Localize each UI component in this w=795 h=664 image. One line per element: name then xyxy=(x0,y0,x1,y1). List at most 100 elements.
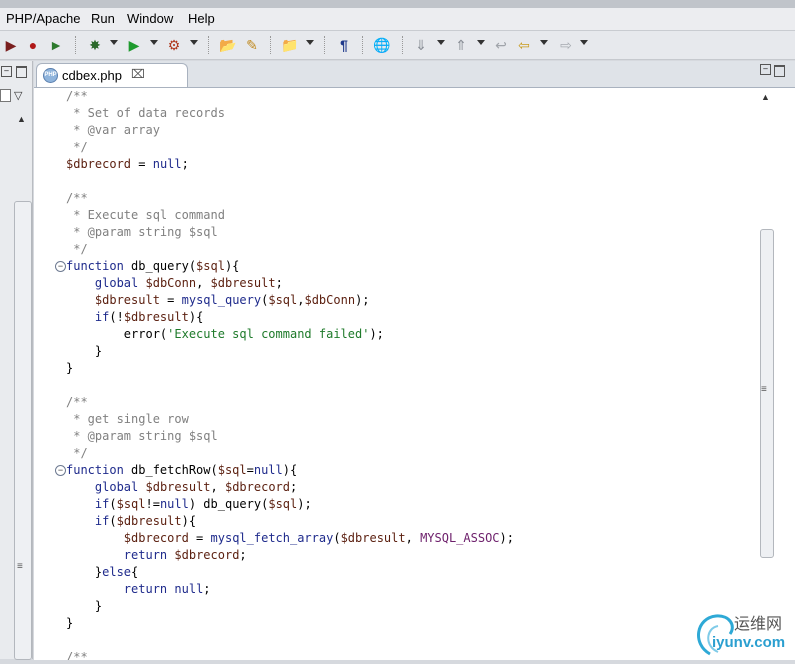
code-token: } xyxy=(66,616,74,630)
menu-help[interactable]: Help xyxy=(188,11,215,26)
debug-dropdown-icon[interactable] xyxy=(110,40,118,45)
code-token: /** xyxy=(66,191,88,205)
tab-cdbex-php[interactable]: PHP cdbex.php ⌧ xyxy=(36,63,188,88)
code-token: null xyxy=(159,497,189,511)
code-token: mysql_query xyxy=(181,293,262,307)
forward-dropdown-icon[interactable] xyxy=(580,40,588,45)
code-line[interactable]: /** xyxy=(66,394,88,411)
code-token: mysql_fetch_array xyxy=(210,531,334,545)
external-tools-icon[interactable]: ⚙ xyxy=(165,36,183,54)
code-line[interactable]: $dbresult = mysql_query($sql,$dbConn); xyxy=(66,292,370,309)
code-token: /** xyxy=(66,89,88,103)
run-dropdown-icon[interactable] xyxy=(150,40,158,45)
code-token: */ xyxy=(66,140,88,154)
code-token: , xyxy=(210,480,225,494)
new-project-icon[interactable]: 📁 xyxy=(281,36,299,54)
code-token: $dbresult xyxy=(145,480,211,494)
minimize-icon[interactable]: – xyxy=(1,66,12,77)
code-token: != xyxy=(145,497,160,511)
code-line[interactable]: global $dbresult, $dbrecord; xyxy=(66,479,297,496)
debug-icon[interactable]: ✸ xyxy=(86,36,104,54)
next-annotation-dropdown-icon[interactable] xyxy=(437,40,445,45)
view-menu-icon[interactable] xyxy=(0,89,11,102)
maximize-icon[interactable] xyxy=(16,66,27,78)
code-token: $dbresult xyxy=(210,276,276,290)
code-line[interactable]: $dbrecord = null; xyxy=(66,156,189,173)
code-line[interactable]: } xyxy=(66,343,102,360)
code-token: { xyxy=(131,565,139,579)
toolbar-separator xyxy=(270,36,272,54)
code-line[interactable]: /** xyxy=(66,649,88,660)
main-toolbar: ▶ ● ► ✸ ▶ ⚙ 📂 ✎ 📁 ¶ 🌐 ⇓ ⇑ ↩ ⇦ ⇨ xyxy=(0,31,795,60)
code-line[interactable]: return $dbrecord; xyxy=(66,547,247,564)
forward-arrow-icon[interactable]: ⇨ xyxy=(557,36,575,54)
open-folder-icon[interactable]: 📂 xyxy=(219,36,237,54)
run-icon[interactable]: ▶ xyxy=(125,36,143,54)
editor-maximize-icon[interactable] xyxy=(774,65,785,77)
fold-toggle-icon[interactable]: − xyxy=(55,465,66,476)
previous-annotation-icon[interactable]: ⇑ xyxy=(452,36,470,54)
code-token: * @param string $sql xyxy=(66,225,218,239)
code-line[interactable]: return null; xyxy=(66,581,211,598)
code-line[interactable]: * @param string $sql xyxy=(66,428,218,445)
chevron-down-icon[interactable]: ▽ xyxy=(14,89,22,102)
code-line[interactable]: */ xyxy=(66,445,87,462)
scroll-grip-icon: ≡ xyxy=(761,384,767,395)
code-line[interactable]: }else{ xyxy=(66,564,138,581)
back-dropdown-icon[interactable] xyxy=(540,40,548,45)
editor-area: PHP cdbex.php ⌧ – − − /** * Set of data r… xyxy=(34,61,795,660)
code-line[interactable]: * Execute sql command xyxy=(66,207,225,224)
code-token: $sql xyxy=(268,497,298,511)
code-line[interactable]: * @var array xyxy=(66,122,160,139)
code-line[interactable]: if($sql!=null) db_query($sql); xyxy=(66,496,312,513)
code-line[interactable]: if($dbresult){ xyxy=(66,513,196,530)
code-line[interactable]: */ xyxy=(66,241,87,258)
code-line[interactable]: * @param string $sql xyxy=(66,224,218,241)
code-line[interactable]: /** xyxy=(66,88,88,105)
code-token: $sql xyxy=(116,497,146,511)
code-line[interactable]: } xyxy=(66,615,73,632)
close-tab-icon[interactable]: ⌧ xyxy=(131,67,145,81)
code-token: $dbConn xyxy=(304,293,356,307)
code-line[interactable]: if(!$dbresult){ xyxy=(66,309,203,326)
back-arrow-icon[interactable]: ⇦ xyxy=(515,36,533,54)
code-line[interactable]: /** xyxy=(66,190,88,207)
code-line[interactable]: } xyxy=(66,598,102,615)
code-token: = xyxy=(159,293,182,307)
stop-script-icon[interactable]: ● xyxy=(24,36,42,54)
menu-window[interactable]: Window xyxy=(127,11,173,26)
new-project-dropdown-icon[interactable] xyxy=(306,40,314,45)
code-line[interactable]: error('Execute sql command failed'); xyxy=(66,326,384,343)
previous-annotation-dropdown-icon[interactable] xyxy=(477,40,485,45)
code-line[interactable]: function db_query($sql){ xyxy=(66,258,239,275)
code-line[interactable]: function db_fetchRow($sql=null){ xyxy=(66,462,297,479)
code-token: global xyxy=(94,276,139,290)
menu-php-apache[interactable]: PHP/Apache xyxy=(6,11,80,26)
code-token: * get single row xyxy=(66,412,189,426)
code-line[interactable]: * Set of data records xyxy=(66,105,225,122)
last-edit-icon[interactable]: ↩ xyxy=(492,36,510,54)
code-line[interactable]: global $dbConn, $dbresult; xyxy=(66,275,283,292)
code-token: } xyxy=(66,344,103,358)
scroll-up-arrow-icon[interactable]: ▲ xyxy=(761,92,770,102)
scroll-up-arrow-icon[interactable]: ▲ xyxy=(17,114,26,124)
code-content[interactable]: /** * Set of data records * @var array *… xyxy=(66,88,756,660)
menu-run[interactable]: Run xyxy=(91,11,115,26)
open-type-icon[interactable]: ✎ xyxy=(243,36,261,54)
code-line[interactable]: } xyxy=(66,360,73,377)
run-script-icon[interactable]: ▶ xyxy=(2,36,20,54)
fold-toggle-icon[interactable]: − xyxy=(55,261,66,272)
globe-icon[interactable]: 🌐 xyxy=(373,36,391,54)
editor-minimize-icon[interactable]: – xyxy=(760,64,771,75)
show-whitespace-icon[interactable]: ¶ xyxy=(335,36,353,54)
code-line[interactable]: */ xyxy=(66,139,88,156)
code-editor[interactable]: − − /** * Set of data records * @var arra… xyxy=(34,87,795,660)
editor-vertical-scrollbar[interactable]: ▲ ≡ xyxy=(758,88,774,660)
external-tools-dropdown-icon[interactable] xyxy=(190,40,198,45)
code-line[interactable]: $dbrecord = mysql_fetch_array($dbresult,… xyxy=(66,530,514,547)
resume-script-icon[interactable]: ► xyxy=(47,36,65,54)
left-panel-scroll-thumb[interactable] xyxy=(14,201,32,660)
code-line[interactable]: * get single row xyxy=(66,411,189,428)
next-annotation-icon[interactable]: ⇓ xyxy=(412,36,430,54)
